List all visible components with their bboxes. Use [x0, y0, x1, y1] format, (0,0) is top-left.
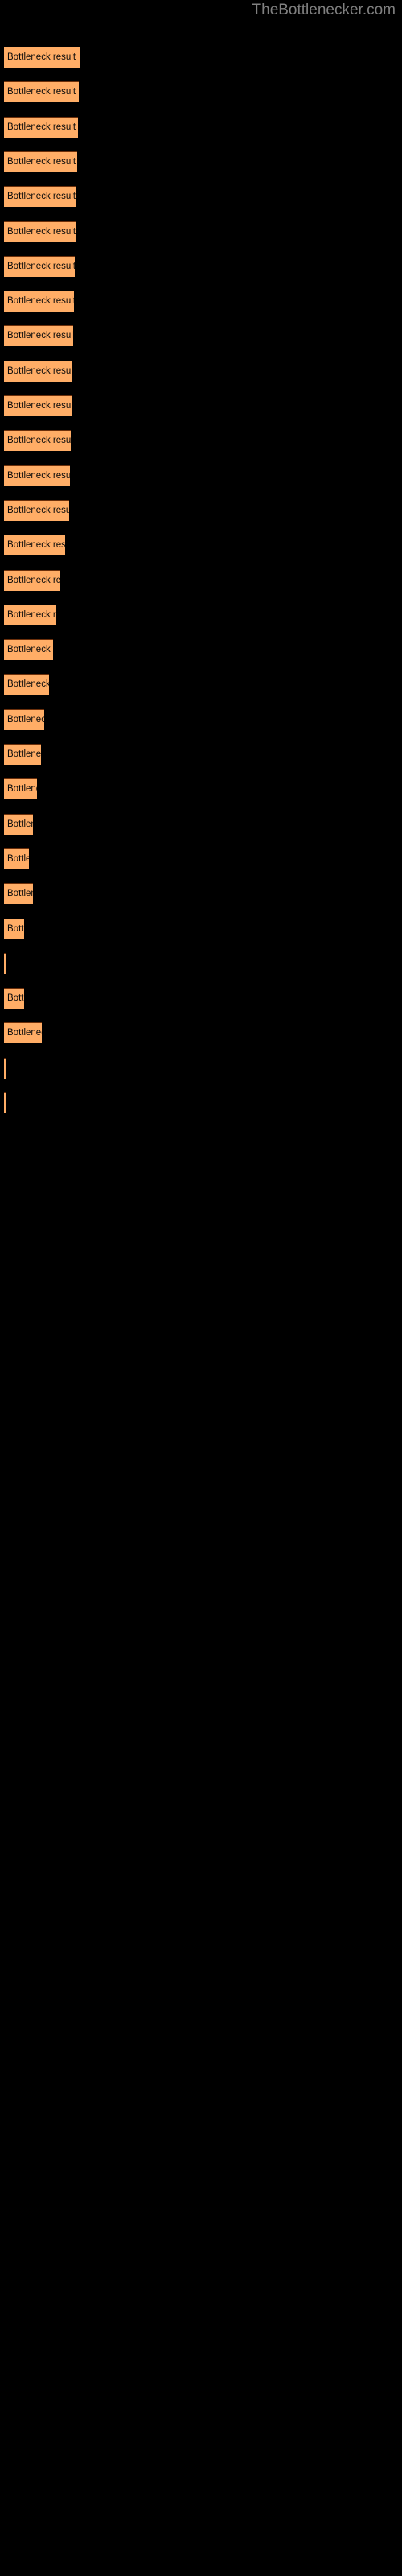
bar-label-clip: Bottleneck result [4, 186, 76, 207]
bar-label-clip: Bottleneck result [4, 151, 77, 172]
bar-label: Bottleneck result [7, 923, 24, 934]
bar-label-clip: Bottleneck result [4, 848, 29, 869]
bar-label-clip: Bottleneck result [4, 221, 76, 242]
bar-label-clip: Bottleneck result [4, 47, 80, 68]
bar-label-clip: Bottleneck result [4, 325, 73, 346]
bar-label: Bottleneck result [7, 575, 60, 585]
bar-label: Bottleneck result [7, 679, 49, 690]
bar-label: Bottleneck result [7, 784, 37, 795]
bar-label-clip: Bottleneck result [4, 465, 70, 486]
bar-label: Bottleneck result [7, 122, 76, 132]
bar-series-container: Bottleneck result Bottleneck result Bottle… [0, 0, 402, 2576]
bar-label: Bottleneck result [7, 52, 76, 62]
bar-label-clip: Bottleneck result [4, 535, 65, 555]
bar-label-clip: Bottleneck result [4, 744, 41, 765]
bar-label-clip: Bottleneck result [4, 1092, 6, 1113]
bar-label: Bottleneck result [7, 192, 76, 202]
bar-label: Bottleneck result [7, 401, 72, 411]
bar-label: Bottleneck result [7, 226, 76, 237]
bar-label: Bottleneck result [7, 819, 33, 829]
bar-label-clip: Bottleneck result [4, 291, 74, 312]
bar-label: Bottleneck result [7, 714, 44, 724]
bar-label-clip: Bottleneck result [4, 395, 72, 416]
bar-label-clip: Bottleneck result [4, 883, 33, 904]
bar-label: Bottleneck result [7, 331, 73, 341]
bar-label: Bottleneck result [7, 540, 65, 551]
bar-label-clip: Bottleneck result [4, 778, 37, 799]
bar-label-clip: Bottleneck result [4, 570, 60, 591]
bar-label-clip: Bottleneck result [4, 605, 56, 625]
bar-label: Bottleneck result [7, 470, 70, 481]
bar-label: Bottleneck result [7, 296, 74, 307]
bar-label: Bottleneck result [7, 609, 56, 620]
bar-label-clip: Bottleneck result [4, 81, 79, 102]
bar-label-clip: Bottleneck result [4, 430, 71, 451]
bar-label-clip: Bottleneck result [4, 500, 69, 521]
bar-label-clip: Bottleneck result [4, 1058, 6, 1079]
bar-label: Bottleneck result [7, 261, 75, 271]
bar-label-clip: Bottleneck result [4, 1022, 42, 1043]
bar-label: Bottleneck result [7, 889, 33, 899]
bar-label-clip: Bottleneck result [4, 988, 24, 1009]
bar-label-clip: Bottleneck result [4, 814, 33, 835]
bar-label: Bottleneck result [7, 365, 72, 376]
bottleneck-bar-chart: TheBottlenecker.com Bottleneck result Bot… [0, 0, 402, 2576]
bar-label-clip: Bottleneck result [4, 639, 53, 660]
bar-label: Bottleneck result [7, 993, 24, 1004]
bar-label-clip: Bottleneck result [4, 256, 75, 277]
bar-label-clip: Bottleneck result [4, 361, 72, 382]
bar-label-clip: Bottleneck result [4, 117, 78, 138]
bar-label: Bottleneck result [7, 87, 76, 97]
bar-label: Bottleneck result [7, 505, 69, 515]
bar-label: Bottleneck result [7, 749, 41, 759]
bar-label-clip: Bottleneck result [4, 919, 24, 939]
bar-label: Bottleneck result [7, 853, 29, 864]
bar-label-clip: Bottleneck result [4, 709, 44, 730]
bar-label: Bottleneck result [7, 156, 76, 167]
bar-label-clip: Bottleneck result [4, 953, 6, 974]
bar-label: Bottleneck result [7, 1028, 42, 1038]
bar-label-clip: Bottleneck result [4, 674, 49, 695]
bar-label: Bottleneck result [7, 645, 53, 655]
bar-label: Bottleneck result [7, 436, 71, 446]
